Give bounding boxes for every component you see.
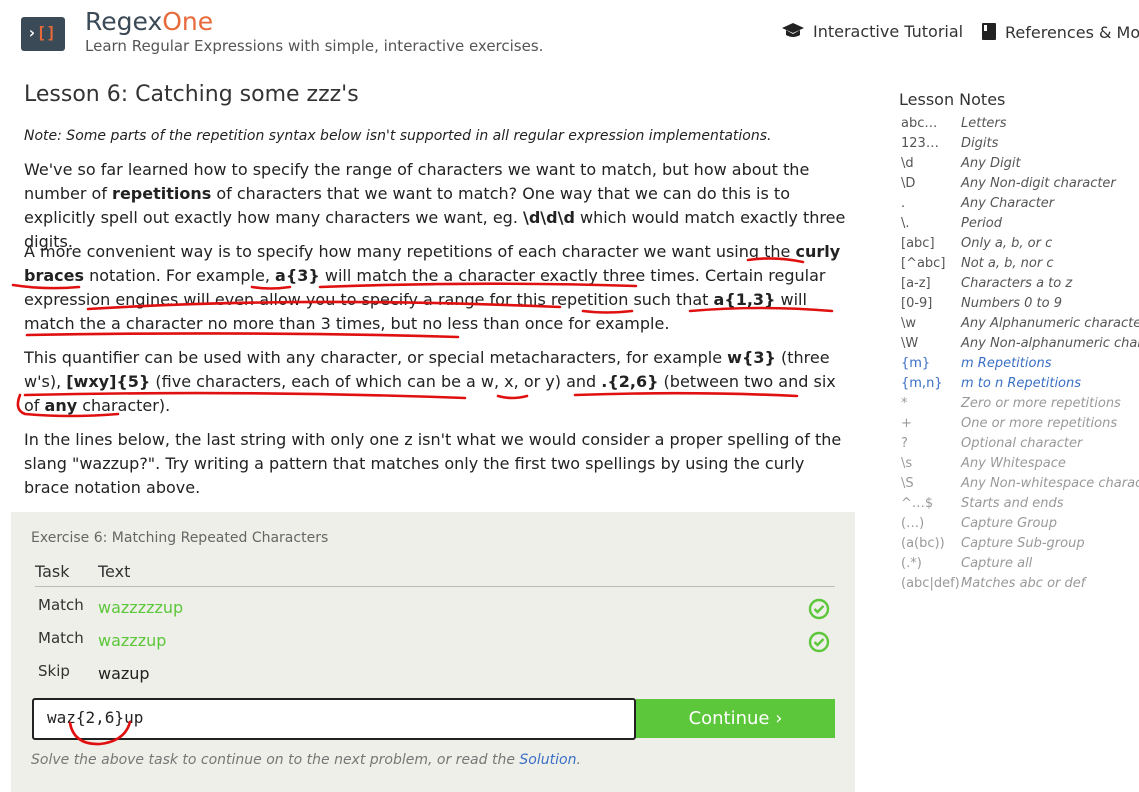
note-key: abc… bbox=[901, 116, 938, 131]
note-value: Optional character bbox=[961, 436, 1083, 451]
lesson-title: Lesson 6: Catching some zzz's bbox=[24, 82, 359, 107]
note-key: (a(bc)) bbox=[901, 536, 945, 551]
tagline: Learn Regular Expressions with simple, i… bbox=[85, 37, 544, 55]
note-value: One or more repetitions bbox=[961, 416, 1118, 431]
paragraph-2: A more convenient way is to specify how … bbox=[24, 242, 841, 333]
row-task: Skip bbox=[38, 662, 70, 680]
note-value: Any Alphanumeric character bbox=[961, 316, 1139, 331]
note-key: [0-9] bbox=[901, 296, 933, 311]
note-key: (…) bbox=[901, 516, 925, 531]
note-key: 123… bbox=[901, 136, 939, 151]
note-key: + bbox=[901, 416, 912, 431]
note-key: [abc] bbox=[901, 236, 935, 251]
check-circle-icon bbox=[808, 598, 830, 620]
lesson-notes-title: Lesson Notes bbox=[899, 90, 1006, 109]
note-value: Any Non-whitespace characte bbox=[961, 476, 1139, 491]
note-value: Characters a to z bbox=[961, 276, 1073, 291]
note-key: [a-z] bbox=[901, 276, 931, 291]
column-task: Task bbox=[35, 562, 70, 581]
paragraph-3: This quantifier can be used with any cha… bbox=[24, 348, 836, 415]
note-value: Capture Group bbox=[961, 516, 1057, 531]
note-value: Any Whitespace bbox=[961, 456, 1066, 471]
book-icon bbox=[982, 23, 996, 40]
note-value: Capture all bbox=[961, 556, 1033, 571]
note-key: \W bbox=[901, 336, 919, 351]
graduation-cap-icon bbox=[782, 23, 804, 37]
nav-references[interactable]: References & Mor bbox=[981, 22, 1139, 42]
table-header: Task Text bbox=[35, 562, 835, 587]
note-key: \w bbox=[901, 316, 917, 331]
exercise-panel: Exercise 6: Matching Repeated Characters… bbox=[11, 512, 855, 792]
note-key: {m,n} bbox=[901, 376, 943, 391]
paragraph-4: In the lines below, the last string with… bbox=[24, 430, 842, 497]
header: ›[] RegexOne Learn Regular Expressions w… bbox=[0, 0, 1139, 70]
continue-button[interactable]: Continue › bbox=[636, 699, 835, 738]
note-value: Capture Sub-group bbox=[961, 536, 1085, 551]
note-key: (abc|def) bbox=[901, 576, 960, 591]
note-key: \. bbox=[901, 216, 910, 231]
row-text: wazup bbox=[98, 664, 150, 683]
note-key: \S bbox=[901, 476, 914, 491]
note-value: Any Character bbox=[961, 196, 1055, 211]
note-value: Letters bbox=[961, 116, 1007, 131]
note-key: \d bbox=[901, 156, 914, 171]
row-text: wazzzup bbox=[98, 631, 167, 650]
note-key: . bbox=[901, 196, 906, 211]
note-value: Any Non-digit character bbox=[961, 176, 1116, 191]
lesson-notes: Lesson Notes abc… Letters 123… Digits \d Any … bbox=[899, 90, 1139, 591]
note-value: Period bbox=[961, 216, 1002, 231]
note-key: ^…$ bbox=[901, 496, 934, 511]
note-value: Any Non-alphanumeric charac bbox=[961, 336, 1139, 351]
nav-interactive-tutorial[interactable]: Interactive Tutorial bbox=[781, 22, 963, 41]
note-value: Starts and ends bbox=[961, 496, 1064, 511]
note-value: m Repetitions bbox=[961, 356, 1052, 371]
note-key: (.*) bbox=[901, 556, 922, 571]
lesson-note: Note: Some parts of the repetition synta… bbox=[24, 128, 772, 144]
note-key: \s bbox=[901, 456, 913, 471]
row-task: Match bbox=[38, 629, 84, 647]
exercise-title: Exercise 6: Matching Repeated Characters bbox=[31, 530, 329, 546]
logo-icon[interactable]: ›[] bbox=[21, 17, 65, 51]
note-value: Numbers 0 to 9 bbox=[961, 296, 1062, 311]
row-task: Match bbox=[38, 596, 84, 614]
hint-text: Solve the above task to continue on to t… bbox=[31, 752, 581, 768]
note-key: \D bbox=[901, 176, 916, 191]
note-key: [^abc] bbox=[901, 256, 946, 271]
solution-link[interactable]: Solution bbox=[519, 752, 576, 768]
note-value: m to n Repetitions bbox=[961, 376, 1082, 391]
note-key: {m} bbox=[901, 356, 931, 371]
note-value: Not a, b, nor c bbox=[961, 256, 1054, 271]
check-circle-icon bbox=[808, 631, 830, 653]
column-text: Text bbox=[98, 562, 131, 581]
regex-input[interactable]: waz{2,6}up bbox=[32, 698, 636, 740]
regex-input-value: waz{2,6}up bbox=[47, 708, 144, 727]
note-value: Only a, b, or c bbox=[961, 236, 1053, 251]
brand-name[interactable]: RegexOne bbox=[85, 7, 213, 36]
note-value: Any Digit bbox=[961, 156, 1021, 171]
note-value: Digits bbox=[961, 136, 999, 151]
row-text: wazzzzzup bbox=[98, 598, 184, 617]
note-key: * bbox=[901, 396, 908, 411]
note-value: Matches abc or def bbox=[961, 576, 1086, 591]
note-key: ? bbox=[901, 436, 908, 451]
note-value: Zero or more repetitions bbox=[961, 396, 1121, 411]
